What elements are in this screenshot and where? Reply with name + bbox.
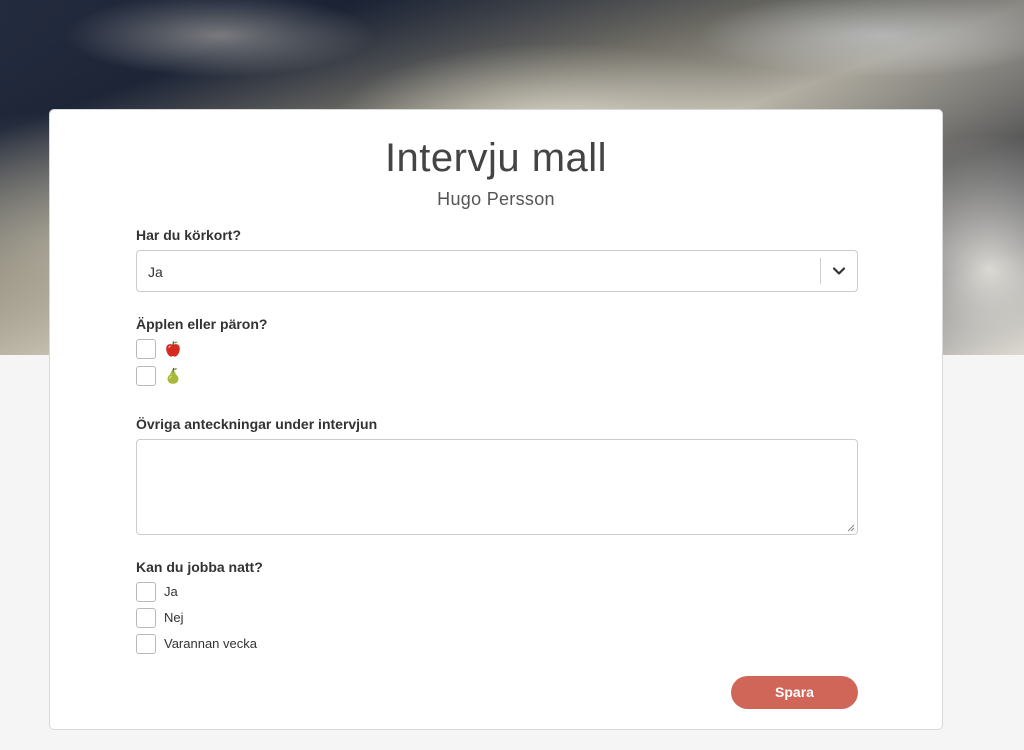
candidate-name: Hugo Persson <box>437 189 555 209</box>
page-title: Intervju mall <box>384 136 608 180</box>
question-label-fruit: Äpplen eller päron? <box>136 316 268 332</box>
license-select[interactable]: Ja <box>136 250 858 292</box>
night-option-label: Varannan vecka <box>164 636 257 651</box>
chevron-down-icon[interactable] <box>831 263 847 279</box>
night-option-label: Nej <box>164 610 184 625</box>
night-option-label: Ja <box>164 584 178 599</box>
notes-textarea[interactable] <box>136 439 858 535</box>
interview-form-card: Intervju mall Hugo Persson Har du körkor… <box>49 109 943 730</box>
license-select-value: Ja <box>148 264 163 280</box>
question-label-night: Kan du jobba natt? <box>136 559 263 575</box>
resize-grip-icon[interactable] <box>847 524 855 532</box>
night-varannan-checkbox[interactable] <box>136 634 156 654</box>
apple-checkbox[interactable] <box>136 339 156 359</box>
night-ja-checkbox[interactable] <box>136 582 156 602</box>
apple-icon <box>166 341 180 357</box>
pear-icon <box>167 367 179 384</box>
night-nej-checkbox[interactable] <box>136 608 156 628</box>
question-label-notes: Övriga anteckningar under intervjun <box>136 416 378 432</box>
question-label-license: Har du körkort? <box>136 227 242 243</box>
save-button[interactable]: Spara <box>731 676 858 709</box>
pear-checkbox[interactable] <box>136 366 156 386</box>
select-divider <box>820 258 821 284</box>
